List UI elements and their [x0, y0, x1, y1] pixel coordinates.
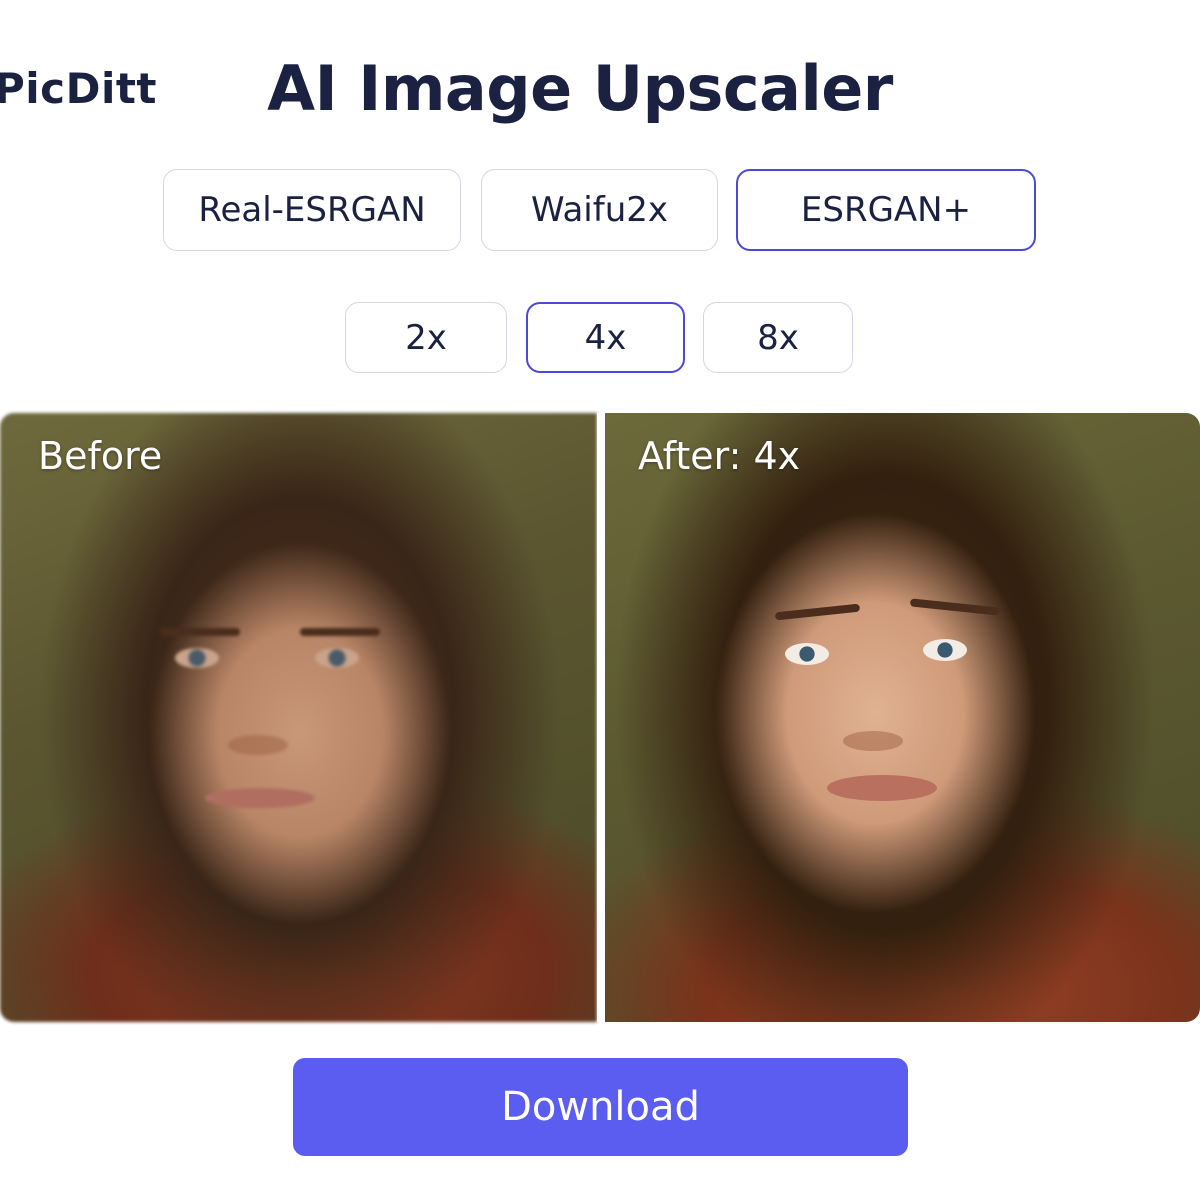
before-brow-left — [160, 628, 240, 636]
upscaler-page: PicDitt AI Image Upscaler Real-ESRGAN Wa… — [0, 0, 1200, 1200]
model-option-real-esrgan[interactable]: Real-ESRGAN — [163, 169, 461, 251]
page-title-text: AI Image Upscaler — [267, 52, 893, 125]
before-brow-right — [300, 628, 380, 636]
model-option-esrgan-plus[interactable]: ESRGAN+ — [736, 169, 1036, 251]
before-lips — [205, 788, 315, 808]
scale-option-8x[interactable]: 8x — [703, 302, 853, 373]
after-brow-right — [909, 598, 1001, 616]
model-option-waifu2x[interactable]: Waifu2x — [481, 169, 718, 251]
scale-option-4x[interactable]: 4x — [526, 302, 685, 373]
download-button[interactable]: Download — [293, 1058, 908, 1156]
after-eye-left — [785, 643, 829, 665]
after-eye-right — [923, 639, 967, 661]
after-brow-left — [774, 603, 861, 621]
comparison-divider[interactable] — [597, 413, 605, 1022]
before-label: Before — [38, 434, 163, 478]
after-image — [605, 413, 1200, 1022]
after-nose — [843, 731, 903, 751]
before-eye-left — [175, 648, 219, 668]
after-lips — [827, 775, 937, 801]
scale-option-2x[interactable]: 2x — [345, 302, 507, 373]
before-image — [0, 413, 597, 1022]
before-eye-right — [315, 648, 359, 668]
before-nose — [228, 735, 288, 755]
after-label: After: 4x — [638, 434, 801, 478]
page-title: AI Image Upscaler — [0, 52, 1200, 125]
